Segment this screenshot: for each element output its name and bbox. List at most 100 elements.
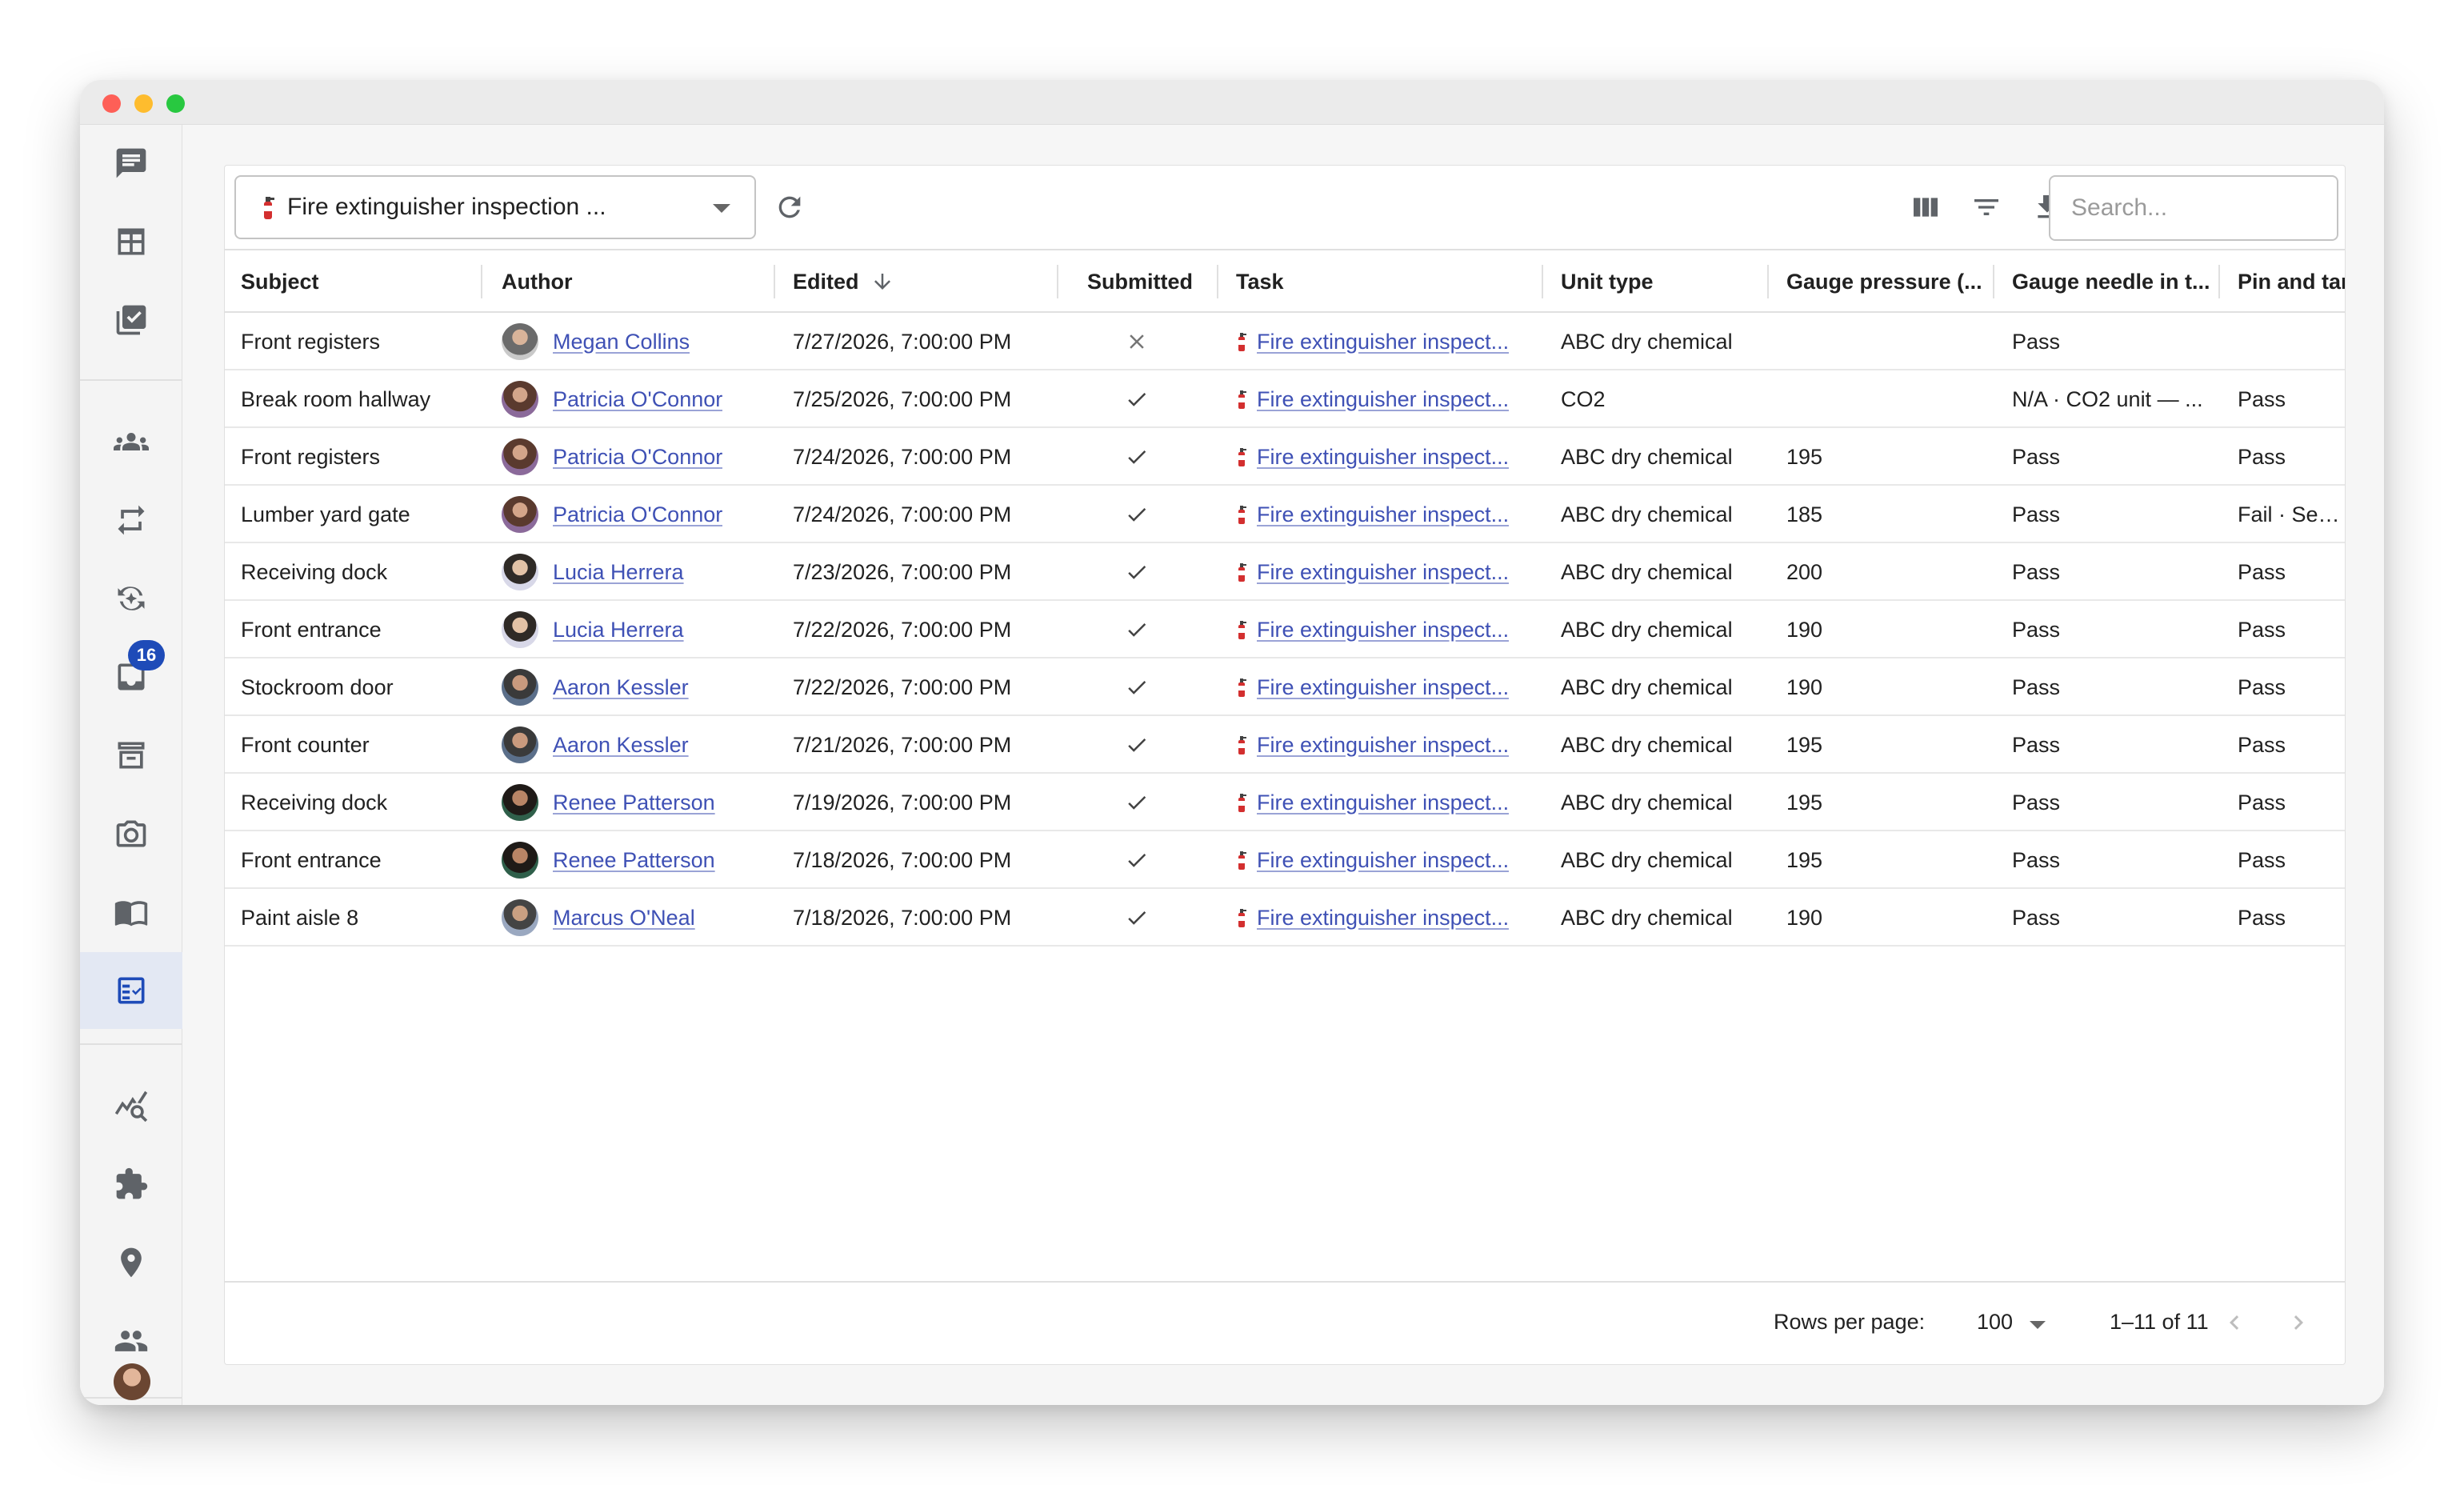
columns-button[interactable]	[1908, 190, 1943, 225]
cell-submitted	[1057, 774, 1217, 831]
column-separator[interactable]	[774, 265, 775, 298]
cell-submitted	[1057, 486, 1217, 543]
author-link[interactable]: Aaron Kessler	[553, 733, 689, 758]
task-link[interactable]: Fire extinguisher inspect...	[1257, 387, 1509, 412]
cell-gauge-pressure: 190	[1786, 889, 1991, 947]
minimize-window-button[interactable]	[134, 94, 153, 113]
search-input[interactable]	[2049, 175, 2338, 241]
camera-icon	[116, 820, 146, 847]
gauge-pressure-text: 200	[1786, 559, 1823, 584]
task-link[interactable]: Fire extinguisher inspect...	[1257, 445, 1509, 470]
nav-chat[interactable]	[80, 125, 182, 202]
gauge-pressure-text: 195	[1786, 444, 1823, 469]
table-row[interactable]: Front registers Patricia O'Connor 7/24/202…	[225, 428, 2345, 486]
cell-pin-tamper: Pass	[2238, 370, 2345, 428]
cell-unit-type: ABC dry chemical	[1561, 831, 1766, 889]
book-icon	[114, 901, 148, 927]
column-header-pin-tamper[interactable]: Pin and tampe	[2238, 250, 2345, 313]
table-row[interactable]: Front counter Aaron Kessler 7/21/2026, 7:0…	[225, 716, 2345, 774]
task-link[interactable]: Fire extinguisher inspect...	[1257, 733, 1509, 758]
column-separator[interactable]	[1542, 265, 1543, 298]
task-link[interactable]: Fire extinguisher inspect...	[1257, 560, 1509, 585]
column-separator[interactable]	[1993, 265, 1994, 298]
nav-groups[interactable]	[80, 403, 182, 480]
author-link[interactable]: Aaron Kessler	[553, 675, 689, 700]
nav-table[interactable]	[80, 203, 182, 280]
table-row[interactable]: Stockroom door Aaron Kessler 7/22/2026, 7:…	[225, 658, 2345, 716]
nav-inbox[interactable]: 16	[80, 638, 182, 715]
table-row[interactable]: Front entrance Renee Patterson 7/18/2026, …	[225, 831, 2345, 889]
nav-automation[interactable]	[80, 560, 182, 637]
rows-per-page-select[interactable]: 100	[1977, 1310, 2013, 1335]
task-link[interactable]: Fire extinguisher inspect...	[1257, 618, 1509, 642]
task-link[interactable]: Fire extinguisher inspect...	[1257, 675, 1509, 700]
column-header-author[interactable]: Author	[502, 250, 766, 313]
column-header-submitted[interactable]: Submitted	[1087, 250, 1215, 313]
chevron-down-icon[interactable]	[2030, 1321, 2046, 1329]
author-link[interactable]: Renee Patterson	[553, 791, 715, 815]
cell-submitted	[1057, 889, 1217, 947]
sort-descending-icon[interactable]	[870, 270, 894, 294]
task-link[interactable]: Fire extinguisher inspect...	[1257, 848, 1509, 873]
table-row[interactable]: Break room hallway Patricia O'Connor 7/25/…	[225, 370, 2345, 428]
nav-locations[interactable]	[80, 1224, 182, 1301]
nav-camera[interactable]	[80, 795, 182, 872]
task-link[interactable]: Fire extinguisher inspect...	[1257, 502, 1509, 527]
author-link[interactable]: Megan Collins	[553, 330, 690, 354]
nav-tasks[interactable]	[80, 282, 182, 358]
column-header-subject[interactable]: Subject	[241, 250, 473, 313]
column-separator[interactable]	[481, 265, 482, 298]
column-separator[interactable]	[1057, 265, 1058, 298]
column-header-unit-type[interactable]: Unit type	[1561, 250, 1761, 313]
form-template-select[interactable]: Fire extinguisher inspection ...	[234, 175, 756, 239]
task-link[interactable]: Fire extinguisher inspect...	[1257, 906, 1509, 931]
cell-edited: 7/22/2026, 7:00:00 PM	[793, 601, 1054, 658]
table-row[interactable]: Paint aisle 8 Marcus O'Neal 7/18/2026, 7:0…	[225, 889, 2345, 947]
nav-repeat[interactable]	[80, 482, 182, 558]
close-window-button[interactable]	[102, 94, 121, 113]
task-link[interactable]: Fire extinguisher inspect...	[1257, 330, 1509, 354]
edited-text: 7/24/2026, 7:00:00 PM	[793, 502, 1012, 526]
zoom-window-button[interactable]	[166, 94, 185, 113]
gauge-pressure-text: 195	[1786, 732, 1823, 757]
refresh-button[interactable]	[772, 190, 807, 225]
table-row[interactable]: Receiving dock Renee Patterson 7/19/2026, …	[225, 774, 2345, 831]
column-header-gauge-needle[interactable]: Gauge needle in t...	[2012, 250, 2212, 313]
table-row[interactable]: Front entrance Lucia Herrera 7/22/2026, 7:…	[225, 601, 2345, 658]
nav-analytics[interactable]	[80, 1067, 182, 1144]
column-separator[interactable]	[2218, 265, 2220, 298]
nav-integrations[interactable]	[80, 1146, 182, 1223]
avatar	[502, 611, 538, 648]
pin-tamper-text: Pass	[2238, 386, 2286, 411]
author-link[interactable]: Patricia O'Connor	[553, 387, 722, 412]
chat-icon	[116, 148, 146, 178]
task-link[interactable]: Fire extinguisher inspect...	[1257, 791, 1509, 815]
column-separator[interactable]	[1217, 265, 1218, 298]
next-page-button[interactable]	[2282, 1307, 2314, 1339]
current-user-avatar[interactable]	[114, 1363, 150, 1400]
author-link[interactable]: Patricia O'Connor	[553, 502, 722, 527]
table-row[interactable]: Receiving dock Lucia Herrera 7/23/2026, 7:…	[225, 543, 2345, 601]
cell-gauge-needle: Pass	[2012, 716, 2217, 774]
column-header-edited[interactable]: Edited	[793, 250, 1049, 313]
column-header-task[interactable]: Task	[1236, 250, 1532, 313]
nav-archive[interactable]	[80, 717, 182, 794]
nav-guides[interactable]	[80, 874, 182, 951]
author-link[interactable]: Patricia O'Connor	[553, 445, 722, 470]
table-row[interactable]: Lumber yard gate Patricia O'Connor 7/24/20…	[225, 486, 2345, 543]
author-link[interactable]: Lucia Herrera	[553, 618, 684, 642]
column-header-gauge-pressure[interactable]: Gauge pressure (...	[1786, 250, 1986, 313]
sidebar: 16	[80, 125, 182, 1405]
subject-text: Front entrance	[241, 847, 382, 872]
author-link[interactable]: Renee Patterson	[553, 848, 715, 873]
author-link[interactable]: Marcus O'Neal	[553, 906, 695, 931]
author-link[interactable]: Lucia Herrera	[553, 560, 684, 585]
nav-inspections[interactable]	[80, 952, 182, 1029]
previous-page-button[interactable]	[2218, 1307, 2250, 1339]
cell-edited: 7/25/2026, 7:00:00 PM	[793, 370, 1054, 428]
column-separator[interactable]	[1767, 265, 1769, 298]
unit-type-text: ABC dry chemical	[1561, 329, 1733, 354]
table-row[interactable]: Front registers Megan Collins 7/27/2026, 7…	[225, 313, 2345, 370]
filter-button[interactable]	[1969, 190, 2004, 225]
gauge-needle-text: Pass	[2012, 444, 2061, 469]
